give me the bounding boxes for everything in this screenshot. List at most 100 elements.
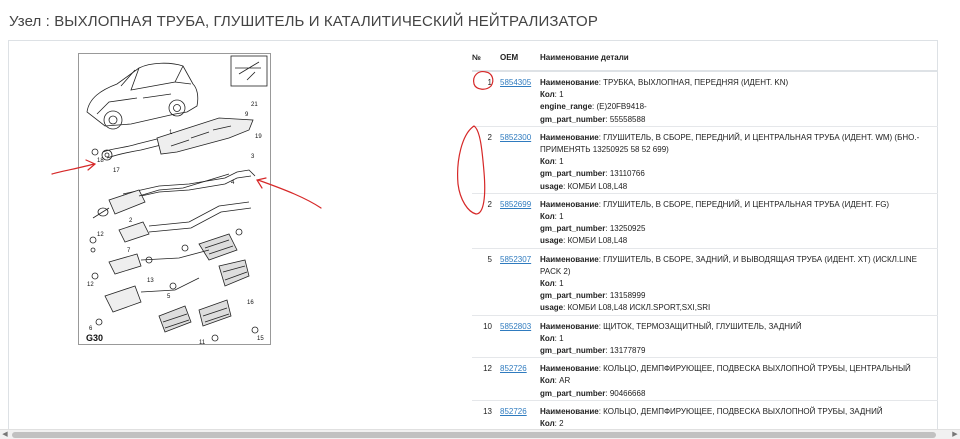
detail-line: Наименование: ЩИТОК, ТЕРМОЗАЩИТНЫЙ, ГЛУШ… xyxy=(540,321,938,333)
svg-text:18: 18 xyxy=(97,158,104,164)
part-details: Наименование: ЩИТОК, ТЕРМОЗАЩИТНЫЙ, ГЛУШ… xyxy=(540,314,938,358)
detail-line: gm_part_number: 13177879 xyxy=(540,345,938,357)
detail-label: gm_part_number xyxy=(540,291,606,301)
detail-line: Наименование: ГЛУШИТЕЛЬ, В СБОРЕ, ПЕРЕДН… xyxy=(540,199,938,211)
detail-line: Кол: 1 xyxy=(540,333,938,345)
svg-text:4: 4 xyxy=(231,180,235,186)
scroll-left-arrow-icon[interactable]: ◀ xyxy=(0,430,10,439)
header-part-name: Наименование детали xyxy=(540,44,938,72)
oem-cell: 5852300 xyxy=(500,125,540,194)
detail-label: usage xyxy=(540,303,564,313)
scroll-right-arrow-icon[interactable]: ▶ xyxy=(950,430,960,439)
detail-value: 13250925 xyxy=(609,224,646,234)
detail-label: engine_range xyxy=(540,102,593,112)
part-details: Наименование: ГЛУШИТЕЛЬ, В СБОРЕ, ЗАДНИЙ… xyxy=(540,247,938,316)
horizontal-scrollbar[interactable]: ◀ ▶ xyxy=(0,429,960,439)
detail-value: (E)20FB9418- xyxy=(596,102,647,112)
row-number: 2 xyxy=(472,125,500,194)
svg-text:7: 7 xyxy=(127,248,131,254)
oem-link[interactable]: 852726 xyxy=(500,364,527,373)
detail-value: КОЛЬЦО, ДЕМПФИРУЮЩЕЕ, ПОДВЕСКА ВЫХЛОПНОЙ… xyxy=(603,406,883,416)
svg-text:3: 3 xyxy=(251,154,255,160)
svg-text:9: 9 xyxy=(245,112,249,118)
detail-line: usage: КОМБИ L08,L48 xyxy=(540,181,938,193)
detail-label: gm_part_number xyxy=(540,114,606,124)
svg-text:21: 21 xyxy=(251,102,258,108)
detail-label: gm_part_number xyxy=(540,346,606,356)
parts-table: № OEM Наименование детали 1 5854305 Наимен… xyxy=(472,44,938,431)
detail-line: gm_part_number: 90466668 xyxy=(540,388,938,400)
detail-line: Кол: 1 xyxy=(540,278,938,290)
detail-line: gm_part_number: 13158999 xyxy=(540,290,938,302)
detail-label: Кол xyxy=(540,333,555,343)
oem-link[interactable]: 852726 xyxy=(500,407,527,416)
detail-label: Наименование xyxy=(540,321,599,331)
detail-value: КОМБИ L08,L48 ИСКЛ.SPORT,SXI,SRI xyxy=(567,303,711,313)
detail-line: engine_range: (E)20FB9418- xyxy=(540,101,938,113)
table-row: 2 5852300 Наименование: ГЛУШИТЕЛЬ, В СБОРЕ… xyxy=(472,125,938,194)
svg-text:11: 11 xyxy=(199,340,206,346)
table-row: 10 5852803 Наименование: ЩИТОК, ТЕРМОЗАЩИТ… xyxy=(472,314,938,358)
part-details: Наименование: КОЛЬЦО, ДЕМПФИРУЮЩЕЕ, ПОДВ… xyxy=(540,399,938,431)
detail-value: 13110766 xyxy=(609,169,645,179)
detail-line: Наименование: КОЛЬЦО, ДЕМПФИРУЮЩЕЕ, ПОДВ… xyxy=(540,406,938,418)
table-row: 13 852726 Наименование: КОЛЬЦО, ДЕМПФИРУЮЩ… xyxy=(472,399,938,431)
detail-value: 1 xyxy=(559,90,564,100)
oem-cell: 5854305 xyxy=(500,71,540,126)
detail-value: 13158999 xyxy=(609,291,646,301)
detail-label: Наименование xyxy=(540,406,599,416)
detail-label: gm_part_number xyxy=(540,388,606,398)
detail-line: gm_part_number: 13250925 xyxy=(540,223,938,235)
table-row: 5 5852307 Наименование: ГЛУШИТЕЛЬ, В СБОРЕ… xyxy=(472,247,938,316)
detail-line: Наименование: ГЛУШИТЕЛЬ, В СБОРЕ, ПЕРЕДН… xyxy=(540,132,938,156)
detail-line: gm_part_number: 55558588 xyxy=(540,114,938,126)
svg-text:19: 19 xyxy=(255,134,262,140)
detail-label: Кол xyxy=(540,279,555,289)
svg-text:17: 17 xyxy=(113,168,120,174)
detail-value: КОМБИ L08,L48 xyxy=(567,181,628,191)
oem-link[interactable]: 5852300 xyxy=(500,133,531,142)
detail-label: usage xyxy=(540,236,564,246)
oem-cell: 5852699 xyxy=(500,192,540,249)
detail-value: AR xyxy=(559,376,571,386)
detail-label: gm_part_number xyxy=(540,224,606,234)
detail-value: 1 xyxy=(559,212,564,222)
detail-label: Наименование xyxy=(540,364,599,374)
detail-label: Кол xyxy=(540,419,555,429)
detail-line: Кол: 1 xyxy=(540,89,938,101)
detail-value: ГЛУШИТЕЛЬ, В СБОРЕ, ПЕРЕДНИЙ, И ЦЕНТРАЛЬ… xyxy=(603,199,890,209)
svg-text:6: 6 xyxy=(89,326,93,332)
oem-link[interactable]: 5852307 xyxy=(500,255,531,264)
detail-line: usage: КОМБИ L08,L48 xyxy=(540,235,938,247)
detail-label: Кол xyxy=(540,90,555,100)
detail-line: Наименование: КОЛЬЦО, ДЕМПФИРУЮЩЕЕ, ПОДВ… xyxy=(540,363,938,375)
detail-label: Наименование xyxy=(540,199,599,209)
oem-link[interactable]: 5852699 xyxy=(500,200,531,209)
svg-text:12: 12 xyxy=(87,282,94,288)
detail-line: Наименование: ТРУБКА, ВЫХЛОПНАЯ, ПЕРЕДНЯ… xyxy=(540,77,938,89)
detail-label: gm_part_number xyxy=(540,169,606,179)
detail-line: Кол: AR xyxy=(540,375,938,387)
part-details: Наименование: КОЛЬЦО, ДЕМПФИРУЮЩЕЕ, ПОДВ… xyxy=(540,357,938,401)
detail-label: Наименование xyxy=(540,78,599,87)
svg-text:5: 5 xyxy=(167,294,171,300)
oem-link[interactable]: 5852803 xyxy=(500,322,531,331)
exhaust-diagram-drawing: 21 9 19 18 17 1 3 4 12 2 7 12 13 6 5 16 … xyxy=(86,55,268,346)
row-number: 5 xyxy=(472,247,500,316)
header-number: № xyxy=(472,44,500,72)
detail-value: ТРУБКА, ВЫХЛОПНАЯ, ПЕРЕДНЯЯ (ИДЕНТ. KN) xyxy=(603,78,789,87)
detail-line: Кол: 1 xyxy=(540,211,938,223)
oem-link[interactable]: 5854305 xyxy=(500,78,531,87)
row-number: 2 xyxy=(472,192,500,249)
oem-cell: 5852803 xyxy=(500,314,540,358)
parts-diagram: 21 9 19 18 17 1 3 4 12 2 7 12 13 6 5 16 … xyxy=(78,53,271,346)
svg-text:15: 15 xyxy=(257,336,264,342)
scrollbar-thumb[interactable] xyxy=(12,432,936,438)
svg-text:16: 16 xyxy=(247,300,254,306)
header-oem: OEM xyxy=(500,44,540,72)
detail-label: usage xyxy=(540,181,564,191)
oem-cell: 5852307 xyxy=(500,247,540,316)
detail-label: Кол xyxy=(540,212,555,222)
svg-text:12: 12 xyxy=(97,232,104,238)
detail-label: Наименование xyxy=(540,132,599,142)
